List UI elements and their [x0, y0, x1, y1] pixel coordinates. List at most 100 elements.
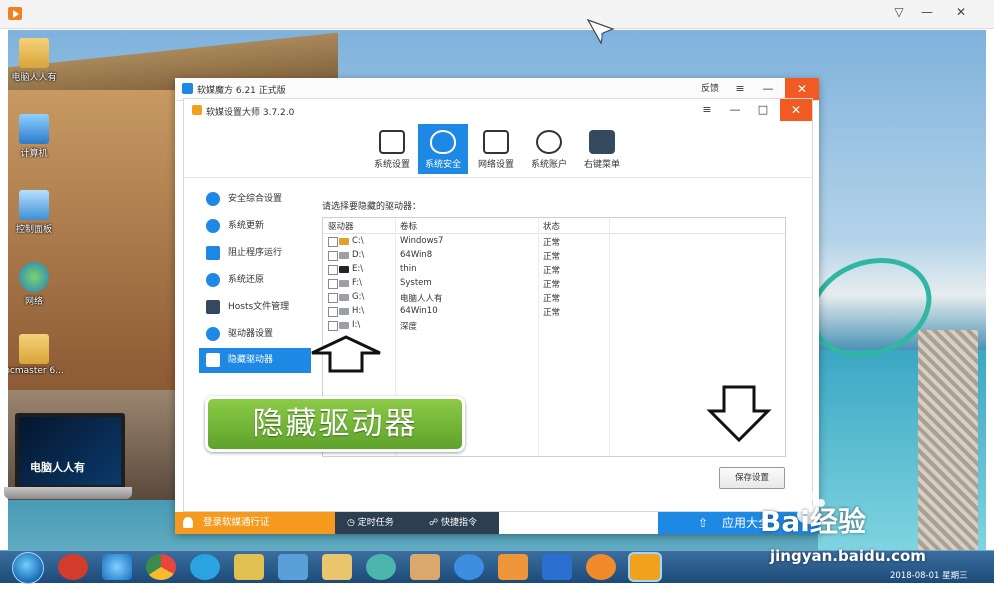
tab-network-settings[interactable]: 网络设置: [471, 124, 521, 174]
watermark-url: jingyan.baidu.com: [770, 547, 926, 565]
drive-label: 64Win10: [400, 306, 438, 316]
drive-checkbox[interactable]: [328, 279, 338, 289]
collapse-button[interactable]: ▽: [888, 2, 910, 22]
drive-checkbox[interactable]: [328, 237, 338, 247]
settings-master-taskbar-icon[interactable]: [630, 554, 660, 580]
network-globe-icon: [19, 262, 49, 292]
scheduled-tasks-link[interactable]: ◷ 定时任务: [335, 512, 419, 534]
taskbar-app-icon[interactable]: [454, 554, 484, 580]
drive-row[interactable]: D:\ 64Win8 正常: [323, 249, 785, 263]
runner-icon: ☍: [429, 518, 441, 528]
video-player-icon[interactable]: [498, 554, 528, 580]
drive-checkbox[interactable]: [328, 293, 338, 303]
file-explorer-icon[interactable]: [322, 554, 352, 580]
sidebar-item-hosts-manager[interactable]: Hosts文件管理: [199, 295, 311, 320]
drive-checkbox[interactable]: [328, 265, 338, 275]
desktop-icon-label: pcmaster 6...: [8, 366, 64, 376]
drive-select-prompt: 请选择要隐藏的驱动器：: [322, 202, 422, 212]
minimize-button[interactable]: —: [916, 2, 938, 22]
drive-letter: H:\: [352, 306, 365, 316]
outer-close-button[interactable]: ✕: [785, 78, 819, 100]
drive-row[interactable]: H:\ 64Win10 正常: [323, 305, 785, 319]
taskbar-app-icon[interactable]: [366, 554, 396, 580]
drive-label: 64Win8: [400, 250, 433, 260]
save-settings-button[interactable]: 保存设置: [719, 467, 785, 489]
close-button[interactable]: ✕: [950, 2, 972, 22]
outer-bottom-bar: 登录软媒通行证 ◷ 定时任务 ☍ 快捷指令 ⇧ 应用大全: [175, 512, 819, 534]
sidebar-item-label: 系统更新: [228, 221, 265, 231]
taskbar-app-icon[interactable]: [58, 554, 88, 580]
desktop-icon-folder[interactable]: 电脑人人有: [8, 38, 64, 83]
quick-commands-link[interactable]: ☍ 快捷指令: [419, 512, 499, 534]
drive-letter: I:\: [352, 320, 361, 330]
refresh-icon: [206, 219, 220, 233]
arrow-down-annotation-icon: [706, 385, 772, 443]
clock-icon: ◷: [347, 518, 358, 528]
sidebar-item-block-programs[interactable]: 阻止程序运行: [199, 241, 311, 266]
taskbar-app-icon[interactable]: [410, 554, 440, 580]
taskbar-app-icon[interactable]: [586, 554, 616, 580]
network-icon: [483, 130, 509, 154]
drive-checkbox[interactable]: [328, 307, 338, 317]
sidebar-item-label: Hosts文件管理: [228, 302, 290, 312]
desktop-icon-control-panel[interactable]: 控制面板: [8, 190, 64, 235]
tab-system-accounts[interactable]: 系统账户: [524, 124, 574, 174]
tab-label: 系统账户: [530, 160, 567, 170]
desktop-icon-label: 网络: [24, 297, 43, 307]
login-button[interactable]: 登录软媒通行证: [175, 512, 335, 534]
hide-drive-icon: [206, 353, 220, 367]
drive-icon: [339, 308, 349, 315]
drive-row[interactable]: I:\ 深度: [323, 319, 785, 333]
settings-close-button[interactable]: ✕: [780, 99, 812, 121]
app-logo-icon: [182, 83, 193, 94]
user-icon: [183, 517, 193, 528]
taskbar-app-icon[interactable]: [542, 554, 572, 580]
chrome-icon[interactable]: [146, 554, 176, 580]
drive-letter: F:\: [352, 278, 362, 288]
tab-context-menu[interactable]: 右键菜单: [577, 124, 627, 174]
browser-icon[interactable]: [190, 554, 220, 580]
settings-menu-button[interactable]: ≡: [696, 99, 718, 121]
tab-label: 系统设置: [373, 160, 410, 170]
drive-label: Windows7: [400, 236, 444, 246]
desktop-icon-network[interactable]: 网络: [8, 262, 64, 307]
drive-row[interactable]: G:\ 电脑人人有 正常: [323, 291, 785, 305]
sidebar-item-system-restore[interactable]: 系统还原: [199, 268, 311, 293]
sidebar-item-label: 系统还原: [228, 275, 265, 285]
settings-minimize-button[interactable]: —: [724, 99, 746, 121]
drive-row[interactable]: C:\ Windows7 正常: [323, 235, 785, 249]
tab-system-security[interactable]: 系统安全: [418, 124, 468, 174]
outer-minimize-button[interactable]: —: [757, 78, 779, 100]
taskbar-app-icon[interactable]: [234, 554, 264, 580]
drive-row[interactable]: F:\ System 正常: [323, 277, 785, 291]
outer-menu-button[interactable]: ≡: [729, 78, 751, 100]
taskbar-app-icon[interactable]: [278, 554, 308, 580]
sidebar-item-security-overview[interactable]: 安全综合设置: [199, 187, 311, 212]
sidebar-item-drive-settings[interactable]: 驱动器设置: [199, 322, 311, 347]
outer-window-title: 软媒魔方 6.21 正式版: [197, 86, 286, 96]
tab-system-settings[interactable]: 系统设置: [367, 124, 417, 174]
desktop-icon-pcmaster[interactable]: pcmaster 6...: [8, 334, 64, 376]
clock-date[interactable]: 2018-08-01 星期三: [890, 569, 968, 581]
sidebar-item-label: 安全综合设置: [228, 194, 283, 204]
feedback-link[interactable]: 反馈: [697, 78, 723, 100]
drive-letter: G:\: [352, 292, 365, 302]
tux-drive-icon: [339, 266, 349, 273]
drive-label: thin: [400, 264, 417, 274]
column-drive: 驱动器: [328, 222, 354, 232]
settings-logo-icon: [192, 105, 202, 115]
drive-status: 正常: [543, 308, 561, 318]
drive-row[interactable]: E:\ thin 正常: [323, 263, 785, 277]
sidebar-item-hide-drives[interactable]: 隐藏驱动器: [199, 348, 311, 373]
settings-maximize-button[interactable]: □: [752, 99, 774, 121]
ie-browser-icon[interactable]: [102, 554, 132, 580]
drive-checkbox[interactable]: [328, 321, 338, 331]
drive-checkbox[interactable]: [328, 251, 338, 261]
sidebar-item-system-update[interactable]: 系统更新: [199, 214, 311, 239]
laptop-logo-text: 电脑人人有: [30, 461, 85, 474]
tab-label: 系统安全: [424, 160, 461, 170]
laptop-base: [4, 487, 132, 499]
desktop-icon-computer[interactable]: 计算机: [8, 114, 64, 159]
player-app-icon: [8, 7, 22, 20]
start-button[interactable]: [12, 552, 44, 584]
